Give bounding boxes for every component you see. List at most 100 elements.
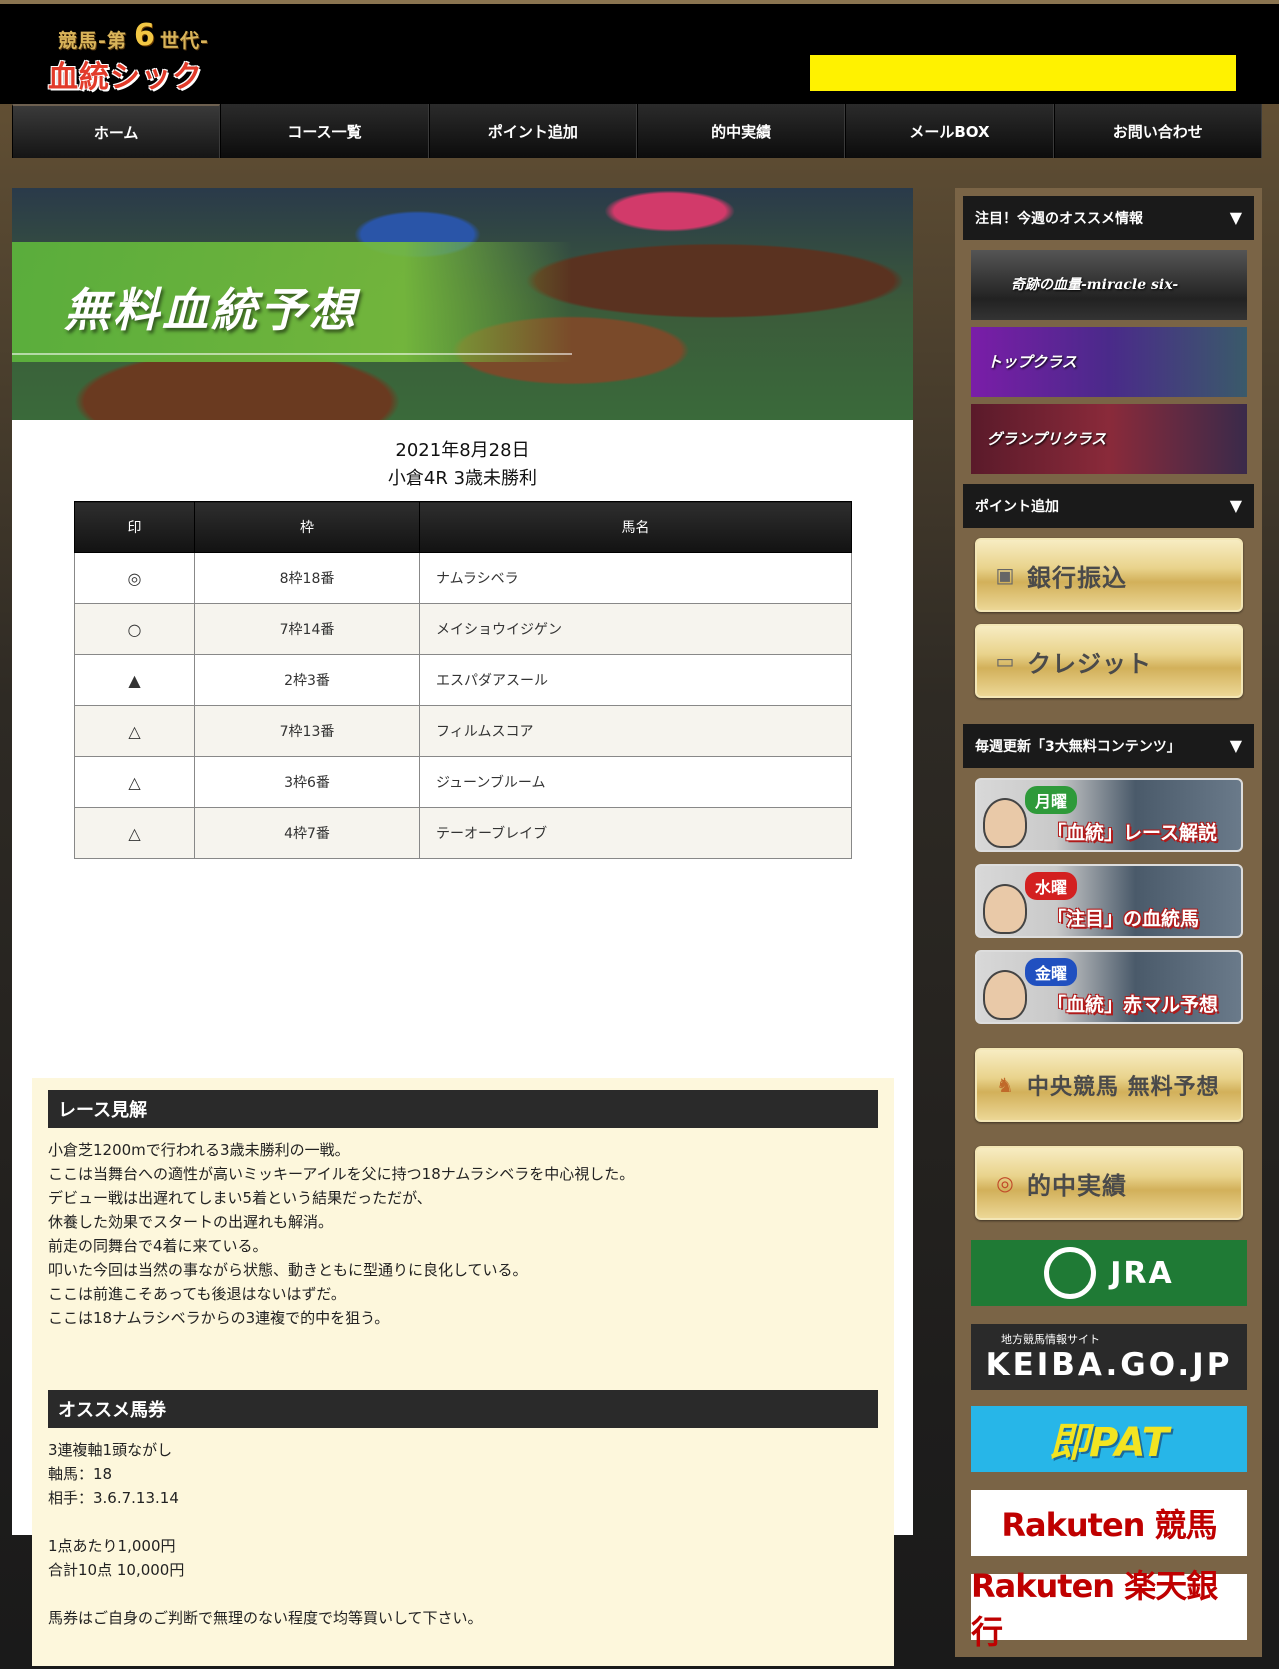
main-content: 無料血統予想 2021年8月28日 小倉4R 3歳未勝利 印 枠 馬名 ◎ 8枠… bbox=[12, 188, 913, 1666]
analysis-line: 小倉芝1200mで行われる3歳未勝利の一戦。 bbox=[48, 1141, 350, 1159]
target-icon: ◎ bbox=[996, 1171, 1014, 1195]
banner-top-class[interactable]: トップクラス bbox=[971, 327, 1247, 397]
mark-cell: △ bbox=[74, 756, 195, 808]
recommend-line: 相手：3.6.7.13.14 bbox=[48, 1489, 179, 1507]
bank-transfer-button[interactable]: ▣ 銀行振込 bbox=[975, 538, 1243, 612]
rakuten-keiba-link[interactable]: Rakuten 競馬 bbox=[971, 1490, 1247, 1556]
recommend-line: 1点あたり1,000円 bbox=[48, 1537, 176, 1555]
mark-cell: ◎ bbox=[74, 552, 195, 604]
waku-cell: 3枠6番 bbox=[194, 756, 420, 808]
site-header: 競馬-第 6 世代- 血統シックス bbox=[0, 0, 1279, 139]
banner-label: グランプリクラス bbox=[987, 430, 1107, 448]
sidebar-heading-points[interactable]: ポイント追加 ▼ bbox=[963, 484, 1254, 528]
waku-cell: 4枠7番 bbox=[194, 807, 420, 859]
analysis-line: 休養した効果でスタートの出遅れも解消。 bbox=[48, 1213, 334, 1231]
nav-add-points[interactable]: ポイント追加 bbox=[428, 104, 637, 158]
table-row: ◎ 8枠18番 ナムラシベラ bbox=[74, 552, 852, 604]
horse-name-cell: ナムラシベラ bbox=[419, 552, 852, 604]
button-label: 的中実績 bbox=[1027, 1171, 1127, 1200]
analysis-heading: レース見解 bbox=[48, 1090, 878, 1128]
header-waku: 枠 bbox=[194, 501, 420, 553]
horse-name-cell: ジューンブルーム bbox=[419, 756, 852, 808]
weekly-title: 「注目」の血統馬 bbox=[1047, 908, 1200, 930]
race-date: 2021年8月28日 bbox=[395, 440, 530, 461]
mark-cell: ○ bbox=[74, 603, 195, 655]
nav-results[interactable]: 的中実績 bbox=[636, 104, 846, 158]
race-name: 小倉4R 3歳未勝利 bbox=[387, 468, 538, 489]
header-mark: 印 bbox=[74, 501, 195, 553]
logo-sub-text: 世代- bbox=[160, 30, 209, 52]
mark-cell: ▲ bbox=[74, 654, 195, 706]
rakuten-keiba-label: Rakuten 競馬 bbox=[1001, 1506, 1217, 1544]
mascot-face-icon bbox=[983, 798, 1027, 848]
analysis-line: デビュー戦は出遅れてしまい5着という結果だっただが、 bbox=[48, 1189, 432, 1207]
rakuten-bank-link[interactable]: Rakuten 楽天銀行 bbox=[971, 1567, 1247, 1651]
pat-label: 即PAT bbox=[1048, 1420, 1170, 1466]
nav-course-list[interactable]: コース一覧 bbox=[220, 104, 429, 158]
triangle-down-icon: ▼ bbox=[1229, 496, 1242, 515]
nav-mailbox[interactable]: メールBOX bbox=[845, 104, 1054, 158]
button-label: 銀行振込 bbox=[1027, 563, 1127, 592]
weekly-monday-banner[interactable]: 月曜 「血統」レース解説 bbox=[975, 778, 1243, 852]
sidebar-heading-label: ポイント追加 bbox=[975, 499, 1059, 515]
horse-name-cell: テーオーブレイブ bbox=[419, 807, 852, 859]
atm-icon: ▣ bbox=[995, 563, 1015, 587]
recommend-line: 3連複軸1頭ながし bbox=[48, 1441, 173, 1459]
weekly-title: 「血統」レース解説 bbox=[1047, 822, 1218, 844]
recommend-heading: オススメ馬券 bbox=[48, 1390, 878, 1428]
banner-label: 奇跡の血量-miracle six- bbox=[1011, 277, 1179, 293]
analysis-box: レース見解 小倉芝1200mで行われる3歳未勝利の一戦。 ここは当舞台への適性が… bbox=[32, 1078, 894, 1666]
rakuten-bank-label: Rakuten 楽天銀行 bbox=[971, 1567, 1218, 1651]
horse-name-cell: エスパダアスール bbox=[419, 654, 852, 706]
soku-pat-link[interactable]: 即PAT bbox=[971, 1406, 1247, 1472]
weekly-wednesday-banner[interactable]: 水曜 「注目」の血統馬 bbox=[975, 864, 1243, 938]
keiba-go-jp-link[interactable]: 地方競馬情報サイト KEIBA.GO.JP bbox=[971, 1324, 1247, 1390]
nav-contact[interactable]: お問い合わせ bbox=[1053, 104, 1262, 158]
table-row: △ 3枠6番 ジューンブルーム bbox=[74, 756, 852, 808]
sidebar-heading-free-contents[interactable]: 毎週更新「3大無料コンテンツ」 ▼ bbox=[963, 724, 1254, 768]
recommend-line: 合計10点 10,000円 bbox=[48, 1561, 185, 1579]
header-banner-placeholder[interactable] bbox=[810, 55, 1236, 91]
nav-home[interactable]: ホーム bbox=[12, 104, 221, 158]
global-nav: ホーム コース一覧 ポイント追加 的中実績 メールBOX お問い合わせ bbox=[12, 104, 1262, 158]
credit-card-icon: ▭ bbox=[995, 649, 1015, 673]
waku-cell: 8枠18番 bbox=[194, 552, 420, 604]
header-horse-name: 馬名 bbox=[419, 501, 852, 553]
recommend-line bbox=[48, 1582, 878, 1606]
jra-link[interactable]: JRA bbox=[971, 1240, 1247, 1306]
hero-title: 無料血統予想 bbox=[64, 283, 358, 337]
waku-cell: 2枠3番 bbox=[194, 654, 420, 706]
analysis-line: 叩いた今回は当然の事ながら状態、動きともに型通りに良化している。 bbox=[48, 1261, 528, 1279]
hero-banner: 無料血統予想 bbox=[12, 188, 913, 420]
logo-top-text: 競馬-第 bbox=[58, 30, 127, 52]
sidebar-heading-recommend[interactable]: 注目！今週のオススメ情報 ▼ bbox=[963, 196, 1254, 240]
banner-miracle-six[interactable]: 奇跡の血量-miracle six- bbox=[971, 250, 1247, 320]
day-badge: 水曜 bbox=[1025, 872, 1078, 900]
results-button[interactable]: ◎ 的中実績 bbox=[975, 1146, 1243, 1220]
table-row: ○ 7枠14番 メイショウイジゲン bbox=[74, 603, 852, 655]
credit-button[interactable]: ▭ クレジット bbox=[975, 624, 1243, 698]
banner-grandprix-class[interactable]: グランプリクラス bbox=[971, 404, 1247, 474]
analysis-line: ここは当舞台への適性が高いミッキーアイルを父に持つ18ナムラシベラを中心視した。 bbox=[48, 1165, 635, 1183]
sidebar-heading-label: 毎週更新「3大無料コンテンツ」 bbox=[975, 739, 1181, 755]
analysis-line: ここは前進こそあっても後退はないはずだ。 bbox=[48, 1285, 346, 1303]
triangle-down-icon: ▼ bbox=[1229, 736, 1242, 755]
sidebar-heading-label: 注目！今週のオススメ情報 bbox=[975, 211, 1143, 227]
weekly-title: 「血統」赤マル予想 bbox=[1047, 994, 1219, 1016]
analysis-body: 小倉芝1200mで行われる3歳未勝利の一戦。 ここは当舞台への適性が高いミッキー… bbox=[48, 1138, 878, 1330]
keiba-label: KEIBA.GO.JP bbox=[985, 1347, 1233, 1383]
hero-band-line bbox=[12, 353, 572, 355]
keiba-caption: 地方競馬情報サイト bbox=[1001, 1333, 1100, 1346]
site-logo[interactable]: 競馬-第 6 世代- 血統シックス bbox=[48, 18, 228, 139]
waku-cell: 7枠14番 bbox=[194, 603, 420, 655]
table-row: △ 7枠13番 フィルムスコア bbox=[74, 705, 852, 757]
weekly-friday-banner[interactable]: 金曜 「血統」赤マル予想 bbox=[975, 950, 1243, 1024]
triangle-down-icon: ▼ bbox=[1229, 208, 1242, 227]
recommend-line: 軸馬：18 bbox=[48, 1465, 113, 1483]
mascot-face-icon bbox=[983, 884, 1027, 934]
button-label: クレジット bbox=[1027, 649, 1152, 678]
waku-cell: 7枠13番 bbox=[194, 705, 420, 757]
analysis-line: ここは18ナムラシベラからの3連複で的中を狙う。 bbox=[48, 1309, 390, 1327]
banner-label: トップクラス bbox=[987, 353, 1077, 371]
free-prediction-button[interactable]: ♞ 中央競馬 無料予想 bbox=[975, 1048, 1243, 1122]
